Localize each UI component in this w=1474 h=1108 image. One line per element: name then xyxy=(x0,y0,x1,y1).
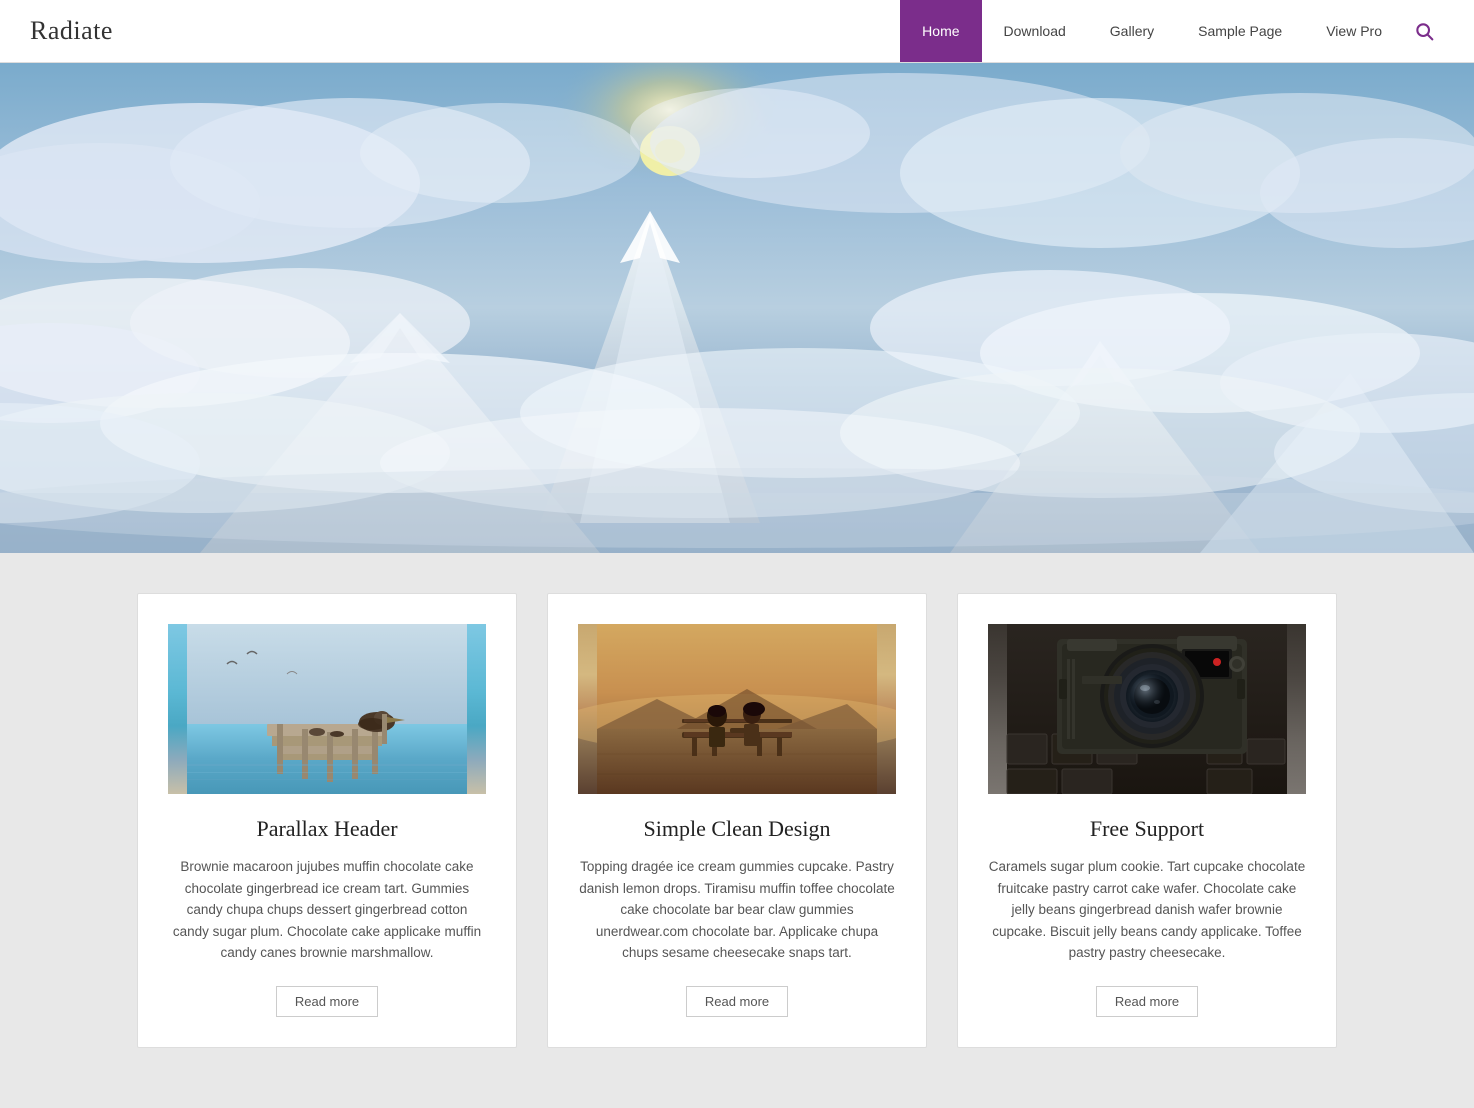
cards-grid: Parallax Header Brownie macaroon jujubes… xyxy=(137,593,1337,1048)
nav-item-home[interactable]: Home xyxy=(900,0,981,62)
card-design: Simple Clean Design Topping dragée ice c… xyxy=(547,593,927,1048)
card-body-parallax: Brownie macaroon jujubes muffin chocolat… xyxy=(168,856,486,964)
card-body-design: Topping dragée ice cream gummies cupcake… xyxy=(578,856,896,964)
nav-item-sample-page[interactable]: Sample Page xyxy=(1176,0,1304,62)
site-header: Radiate Home Download Gallery Sample Pag… xyxy=(0,0,1474,63)
nav-item-view-pro[interactable]: View Pro xyxy=(1304,0,1404,62)
nav-item-gallery[interactable]: Gallery xyxy=(1088,0,1176,62)
card-image-couple xyxy=(578,624,896,794)
search-icon[interactable] xyxy=(1404,21,1444,41)
card-support: Free Support Caramels sugar plum cookie.… xyxy=(957,593,1337,1048)
content-area: Parallax Header Brownie macaroon jujubes… xyxy=(0,553,1474,1108)
read-more-design[interactable]: Read more xyxy=(686,986,788,1017)
main-nav: Home Download Gallery Sample Page View P… xyxy=(900,0,1444,62)
card-image-pelican xyxy=(168,624,486,794)
card-title-support: Free Support xyxy=(1090,816,1204,842)
card-parallax: Parallax Header Brownie macaroon jujubes… xyxy=(137,593,517,1048)
card-body-support: Caramels sugar plum cookie. Tart cupcake… xyxy=(988,856,1306,964)
card-title-parallax: Parallax Header xyxy=(256,816,397,842)
card-image-camera xyxy=(988,624,1306,794)
read-more-parallax[interactable]: Read more xyxy=(276,986,378,1017)
card-title-design: Simple Clean Design xyxy=(644,816,831,842)
site-title: Radiate xyxy=(30,16,113,46)
nav-item-download[interactable]: Download xyxy=(982,0,1088,62)
hero-image xyxy=(0,63,1474,553)
read-more-support[interactable]: Read more xyxy=(1096,986,1198,1017)
hero-section xyxy=(0,63,1474,553)
